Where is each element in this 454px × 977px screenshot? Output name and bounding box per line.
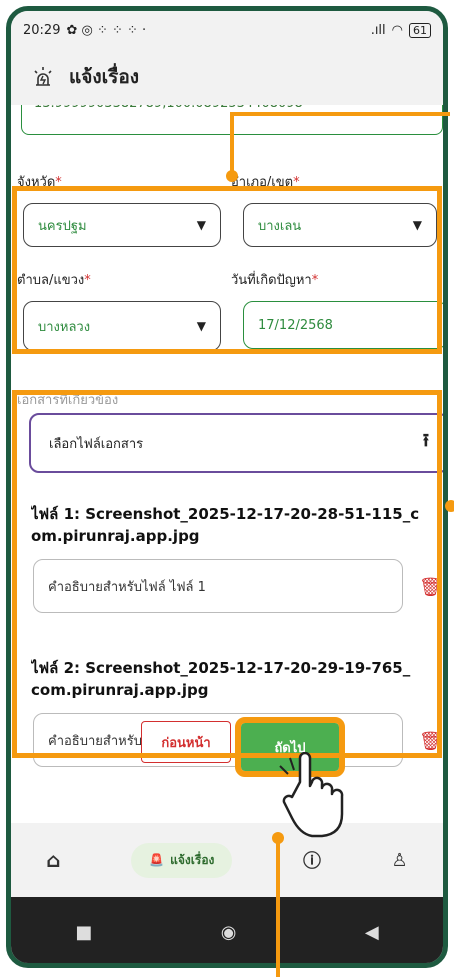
file-1-description-field[interactable]: คำอธิบายสำหรับไฟล์ ไฟล์ 1 bbox=[33, 559, 403, 613]
form-content[interactable]: 13.9999903382789,100.0892534408098 จังหว… bbox=[11, 105, 443, 823]
siren-icon bbox=[34, 67, 52, 86]
recents-icon[interactable]: ■ bbox=[75, 922, 92, 943]
nav-home[interactable]: ⌂ bbox=[46, 848, 60, 872]
device-frame: 20:29 ✿ ◎ ⁘ ⁘ ⁘ · .ıll ◠ 61 แจ้งเรื่อง 1… bbox=[6, 6, 448, 968]
trash-icon[interactable]: 🗑 bbox=[419, 731, 442, 752]
status-time: 20:29 bbox=[23, 22, 61, 38]
trash-icon[interactable]: 🗑 bbox=[419, 577, 442, 598]
file-1-title: ไฟล์ 1: Screenshot_2025-12-17-20-28-51-1… bbox=[31, 505, 420, 545]
signal-icon: .ıll bbox=[370, 22, 386, 38]
wifi-icon: ◠ bbox=[391, 22, 403, 38]
app-bar: แจ้งเรื่อง bbox=[11, 49, 443, 105]
province-select[interactable]: นครปฐม ▼ bbox=[23, 203, 221, 247]
chevron-down-icon: ▼ bbox=[196, 319, 206, 333]
profile-icon: ♙ bbox=[391, 849, 408, 871]
documents-label: เอกสารที่เกี่ยวข้อง bbox=[17, 393, 119, 408]
file-picker-button[interactable]: เลือกไฟล์เอกสาร ⭱ bbox=[29, 413, 443, 473]
chevron-down-icon: ▼ bbox=[196, 218, 206, 232]
back-button[interactable]: ก่อนหน้า bbox=[141, 721, 231, 763]
callout-line bbox=[230, 112, 234, 174]
pointer-hand-icon bbox=[279, 752, 344, 838]
chevron-down-icon: ▼ bbox=[412, 218, 422, 232]
status-bar: 20:29 ✿ ◎ ⁘ ⁘ ⁘ · .ıll ◠ 61 bbox=[11, 11, 443, 49]
nav-report[interactable]: 🚨 แจ้งเรื่อง bbox=[131, 842, 233, 878]
callout-dot bbox=[445, 500, 454, 512]
date-field[interactable]: 17/12/2568 bbox=[243, 301, 443, 349]
callout-dot bbox=[226, 170, 238, 182]
info-icon: ⓘ bbox=[302, 851, 321, 872]
nav-info[interactable]: ⓘ bbox=[303, 847, 321, 873]
system-navbar: ■ ◉ ◀ bbox=[11, 897, 443, 963]
district-label: อำเภอ/เขต* bbox=[231, 175, 300, 190]
subdistrict-select[interactable]: บางหลวง ▼ bbox=[23, 301, 221, 351]
notification-icons: ✿ ◎ ⁘ ⁘ ⁘ · bbox=[66, 22, 147, 38]
district-select[interactable]: บางเลน ▼ bbox=[243, 203, 437, 247]
battery-icon: 61 bbox=[409, 22, 431, 38]
file-2-title: ไฟล์ 2: Screenshot_2025-12-17-20-29-19-7… bbox=[31, 659, 411, 699]
home-icon: ⌂ bbox=[46, 848, 61, 872]
home-button-icon[interactable]: ◉ bbox=[221, 922, 237, 943]
date-label: วันที่เกิดปัญหา* bbox=[231, 273, 319, 288]
callout-line bbox=[230, 112, 450, 116]
nav-profile[interactable]: ♙ bbox=[392, 850, 408, 871]
upload-icon: ⭱ bbox=[422, 430, 429, 451]
page-title: แจ้งเรื่อง bbox=[69, 66, 140, 88]
subdistrict-label: ตำบล/แขวง* bbox=[17, 273, 91, 288]
back-icon[interactable]: ◀ bbox=[365, 922, 379, 943]
siren-icon: 🚨 bbox=[149, 853, 165, 867]
callout-line bbox=[276, 838, 280, 977]
bottom-navigation: ⌂ 🚨 แจ้งเรื่อง ⓘ ♙ bbox=[11, 823, 443, 897]
province-label: จังหวัด* bbox=[17, 175, 62, 190]
